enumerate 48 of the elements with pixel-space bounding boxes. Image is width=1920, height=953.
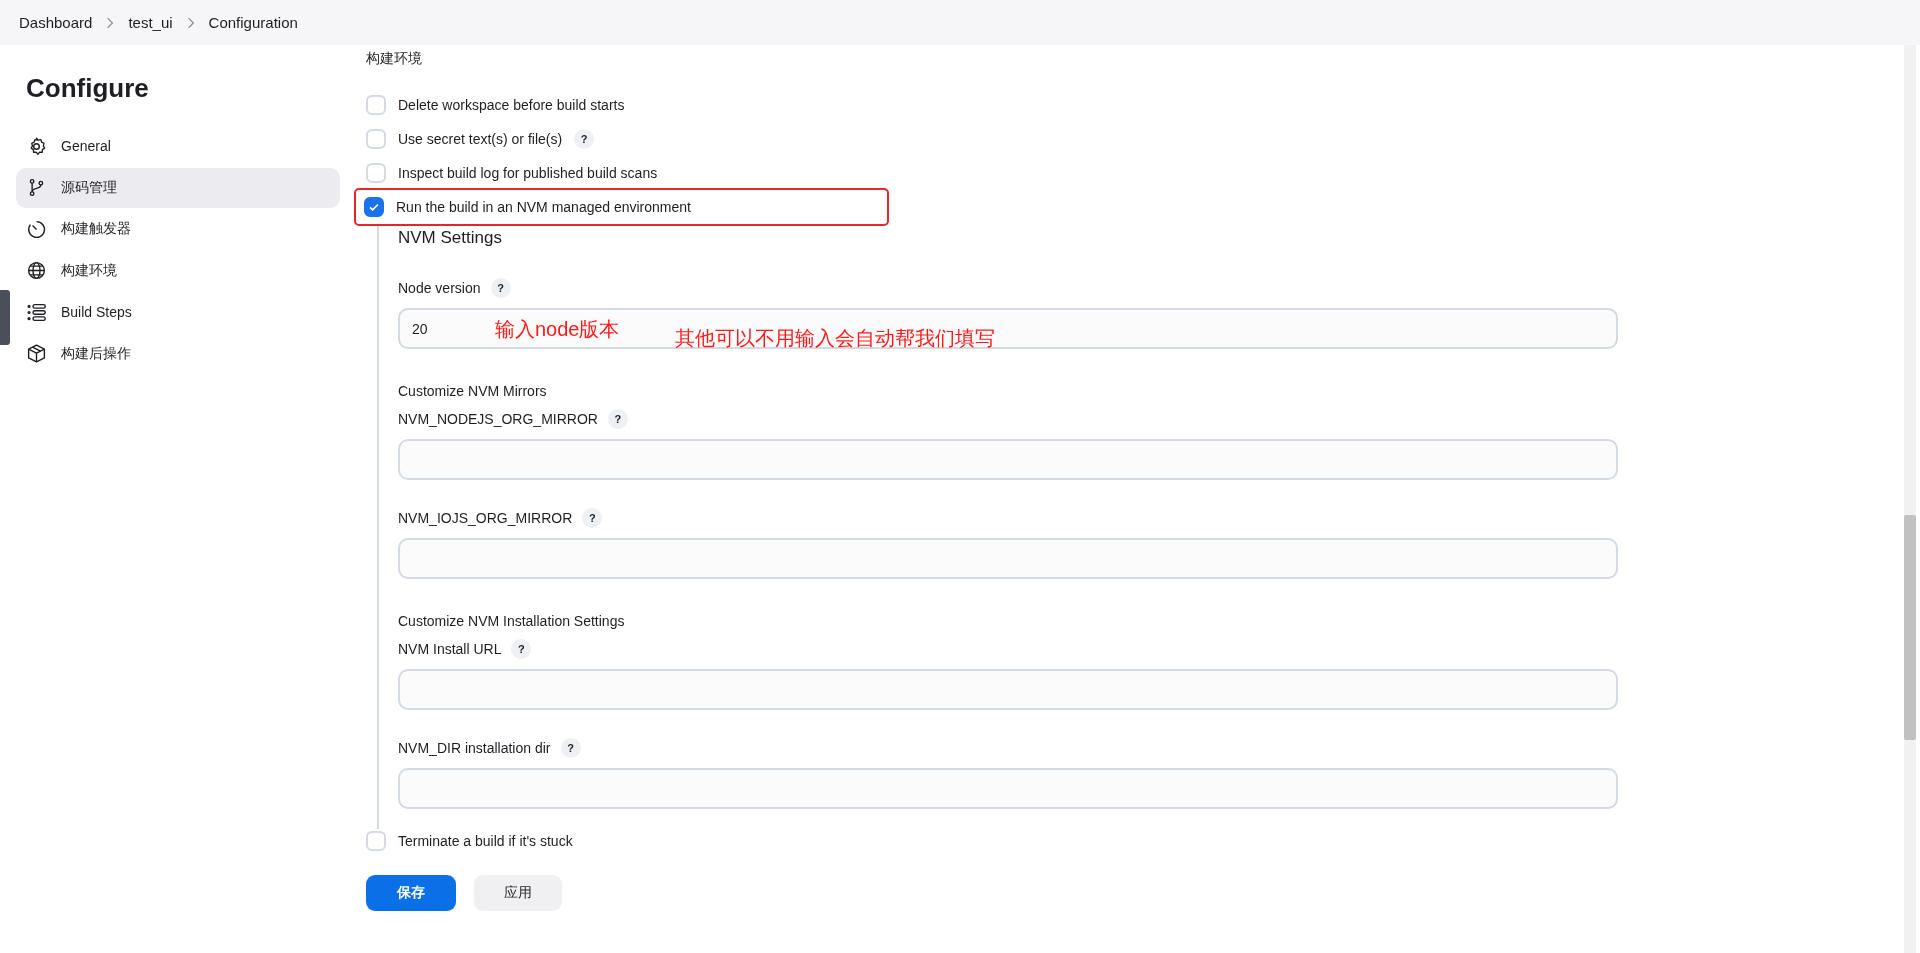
chevron-right-icon — [186, 16, 195, 29]
save-button[interactable]: 保存 — [366, 875, 456, 911]
field-label: NVM_DIR installation dir — [398, 740, 551, 756]
package-icon — [26, 343, 47, 365]
section-title: 构建环境 — [366, 50, 423, 68]
breadcrumb-link[interactable]: Configuration — [208, 14, 298, 31]
breadcrumb-link[interactable]: test_ui — [128, 14, 173, 31]
sidebar-item[interactable]: 构建触发器 — [16, 209, 340, 250]
field-label: NVM_NODEJS_ORG_MIRROR — [398, 411, 598, 427]
annotation-text: 输入node版本 — [495, 317, 620, 342]
checkbox-label[interactable]: Run the build in an NVM managed environment — [396, 199, 691, 215]
help-button[interactable]: ? — [511, 639, 532, 659]
group-title: Customize NVM Mirrors — [398, 383, 548, 401]
checkbox-label[interactable]: Inspect build log for published build scans — [398, 165, 658, 181]
checkbox[interactable] — [364, 197, 384, 217]
input-field[interactable] — [398, 538, 1618, 579]
annotation-text: 其他可以不用输入会自动帮我们填写 — [675, 326, 995, 351]
sidebar-item[interactable]: General — [16, 126, 340, 166]
scrollbar[interactable] — [1904, 45, 1916, 953]
checkbox-label[interactable]: Use secret text(s) or file(s) — [398, 131, 563, 147]
sidebar-item[interactable]: 源码管理 — [16, 167, 340, 208]
help-button[interactable]: ? — [490, 278, 511, 298]
field-label: NVM_IOJS_ORG_MIRROR — [398, 510, 573, 526]
breadcrumb-link[interactable]: Dashboard — [19, 14, 93, 31]
help-button[interactable]: ? — [607, 409, 628, 429]
list-icon — [26, 301, 47, 323]
help-button[interactable]: ? — [582, 508, 603, 528]
checkbox-label[interactable]: Terminate a build if it's stuck — [398, 833, 573, 849]
globe-icon — [26, 260, 47, 282]
sidebar-item[interactable]: 构建环境 — [16, 250, 340, 291]
page-title: Configure — [26, 73, 150, 104]
subsection-title: NVM Settings — [398, 227, 503, 249]
checkmark-icon — [368, 201, 380, 213]
input-field[interactable] — [398, 439, 1618, 480]
input-field[interactable] — [398, 669, 1618, 710]
field-label: Node version — [398, 280, 481, 296]
help-button[interactable]: ? — [560, 738, 581, 758]
apply-button[interactable]: 应用 — [474, 875, 562, 911]
level-meter-icon — [0, 290, 10, 345]
timer-icon — [26, 218, 47, 240]
help-button[interactable]: ? — [574, 129, 595, 149]
sidebar-item[interactable]: 构建后操作 — [16, 333, 340, 374]
checkbox-label[interactable]: Delete workspace before build starts — [398, 97, 625, 113]
chevron-right-icon — [106, 16, 115, 29]
input-field[interactable] — [398, 768, 1618, 809]
sidebar-item[interactable]: Build Steps — [16, 292, 340, 333]
field-label: NVM Install URL — [398, 641, 502, 657]
group-title: Customize NVM Installation Settings — [398, 613, 626, 631]
